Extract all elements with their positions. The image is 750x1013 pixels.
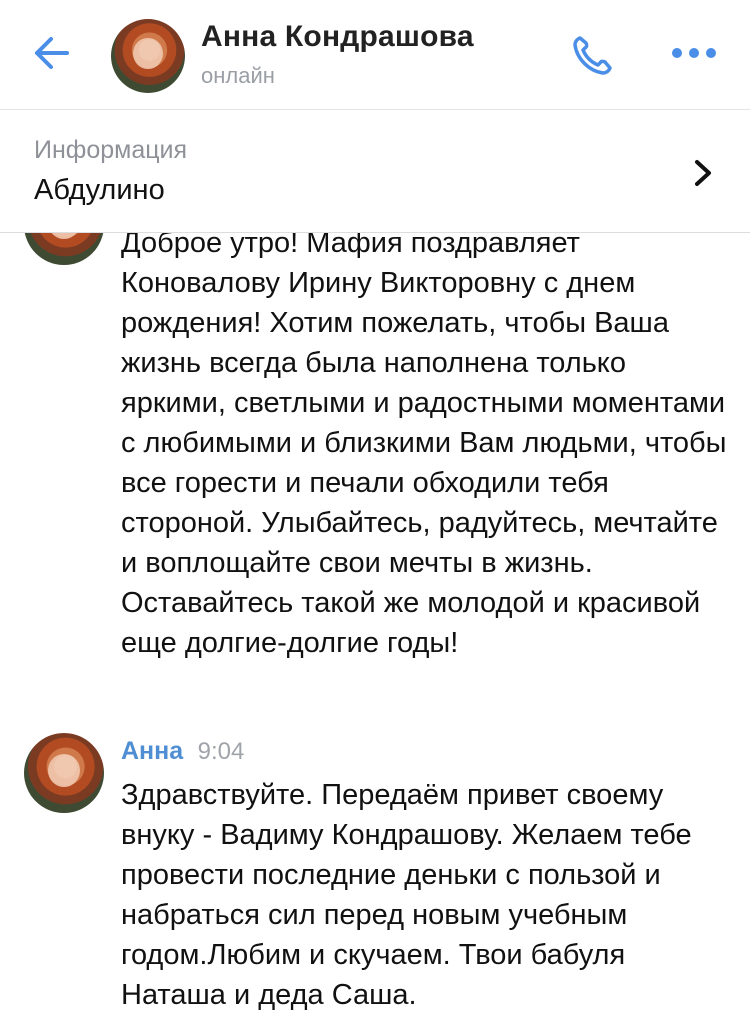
message-avatar[interactable] bbox=[24, 733, 104, 813]
message-header: Анна 9:04 bbox=[121, 737, 244, 773]
message-time: 9:04 bbox=[197, 738, 245, 765]
message-text: Здравствуйте. Передаём привет своему вну… bbox=[121, 779, 692, 1011]
more-button[interactable] bbox=[668, 38, 720, 68]
contact-name[interactable]: Анна Кондрашова bbox=[201, 20, 474, 54]
message-author[interactable]: Анна bbox=[121, 737, 183, 765]
contact-avatar[interactable] bbox=[111, 19, 185, 93]
chat-header: Анна Кондрашова онлайн bbox=[0, 0, 750, 110]
phone-icon bbox=[573, 36, 612, 75]
info-row[interactable]: Информация Абдулино bbox=[0, 110, 750, 232]
message-text: Доброе утро! Мафия поздравляет Коновалов… bbox=[121, 233, 727, 659]
back-button[interactable] bbox=[26, 30, 76, 76]
info-value: Абдулино bbox=[34, 174, 165, 206]
call-button[interactable] bbox=[567, 30, 619, 80]
chat-screen: Анна Кондрашова онлайн Информация Абдули… bbox=[0, 0, 750, 1013]
message-list: Доброе утро! Мафия поздравляет Коновалов… bbox=[0, 233, 750, 1013]
back-arrow-icon bbox=[35, 37, 69, 69]
contact-status: онлайн bbox=[201, 63, 275, 88]
more-dots-icon bbox=[672, 48, 716, 58]
message-avatar[interactable] bbox=[24, 233, 104, 265]
info-title: Информация bbox=[34, 136, 188, 164]
chevron-right-icon bbox=[695, 160, 711, 186]
